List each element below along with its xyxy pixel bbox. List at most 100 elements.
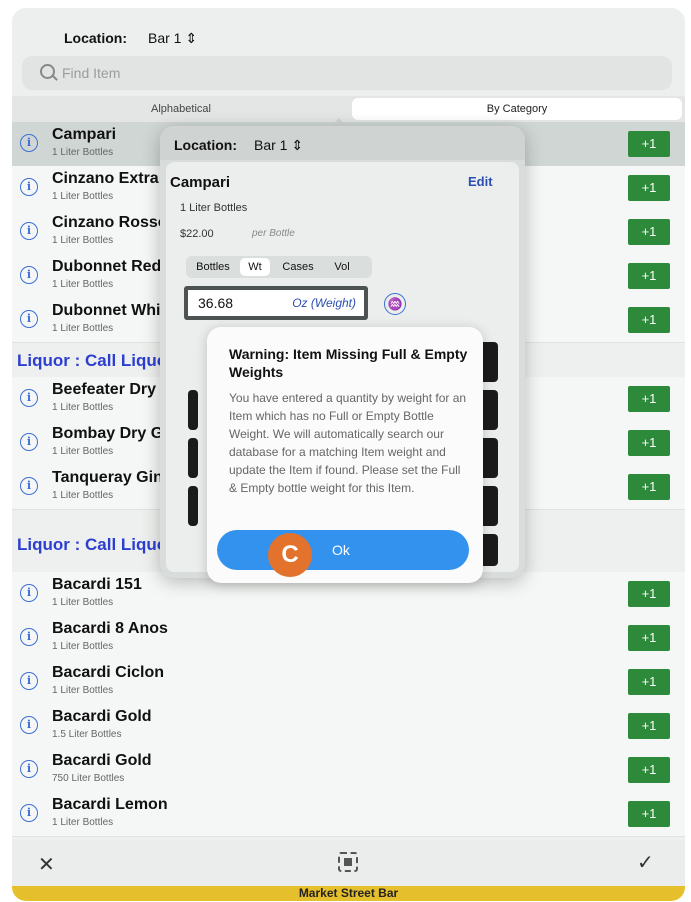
item-size: 1 Liter Bottles bbox=[52, 402, 114, 413]
item-size: 1 Liter Bottles bbox=[52, 446, 114, 457]
plus-one-button[interactable]: +1 bbox=[628, 757, 670, 783]
plus-one-button[interactable]: +1 bbox=[628, 669, 670, 695]
callout-badge: C bbox=[268, 533, 312, 577]
popover-location-label: Location: bbox=[174, 137, 237, 153]
keypad-key[interactable] bbox=[188, 390, 198, 430]
quantity-unit: Oz (Weight) bbox=[292, 296, 356, 310]
list-item[interactable]: i Bacardi Gold 750 Liter Bottles +1 bbox=[12, 748, 685, 793]
item-name: Cinzano Rosso bbox=[52, 214, 168, 231]
plus-one-button[interactable]: +1 bbox=[628, 625, 670, 651]
popover-header: Location: Bar 1 ⇕ bbox=[160, 126, 525, 160]
section-title: Liquor : Call Liquo bbox=[17, 535, 168, 554]
item-name: Tanqueray Gin bbox=[52, 469, 163, 486]
audio-wave-icon[interactable]: ♒ bbox=[384, 293, 406, 315]
info-icon[interactable]: i bbox=[20, 389, 38, 407]
info-icon[interactable]: i bbox=[20, 134, 38, 152]
item-size: 1 Liter Bottles bbox=[52, 323, 114, 334]
keypad-key[interactable] bbox=[188, 438, 198, 478]
top-bar: Location: Bar 1 ⇕ Find Item bbox=[12, 8, 685, 98]
list-item[interactable]: i Bacardi Ciclon 1 Liter Bottles +1 bbox=[12, 660, 685, 705]
quantity-value: 36.68 bbox=[198, 295, 234, 311]
updown-chevron-icon: ⇕ bbox=[185, 30, 198, 46]
plus-one-button[interactable]: +1 bbox=[628, 219, 670, 245]
plus-one-button[interactable]: +1 bbox=[628, 175, 670, 201]
alert-message: You have entered a quantity by weight fo… bbox=[229, 391, 467, 495]
location-label: Location: bbox=[64, 30, 127, 46]
list-item[interactable]: i Bacardi 8 Anos 1 Liter Bottles +1 bbox=[12, 616, 685, 661]
info-icon[interactable]: i bbox=[20, 628, 38, 646]
info-icon[interactable]: i bbox=[20, 716, 38, 734]
tab-cases[interactable]: Cases bbox=[276, 256, 320, 278]
item-size: 1 Liter Bottles bbox=[52, 191, 114, 202]
close-icon[interactable]: ✕ bbox=[38, 852, 55, 877]
tab-volume[interactable]: Vol bbox=[326, 256, 358, 278]
info-icon[interactable]: i bbox=[20, 222, 38, 240]
item-name: Bacardi 8 Anos bbox=[52, 620, 168, 637]
bottom-toolbar: ✕ ✓ bbox=[12, 840, 685, 886]
scan-icon[interactable] bbox=[338, 852, 358, 872]
info-icon[interactable]: i bbox=[20, 804, 38, 822]
item-size: 1 Liter Bottles bbox=[52, 235, 114, 246]
item-name: Bacardi Lemon bbox=[52, 796, 168, 813]
checkmark-icon[interactable]: ✓ bbox=[637, 850, 654, 875]
item-size: 1 Liter Bottles bbox=[52, 147, 114, 158]
plus-one-button[interactable]: +1 bbox=[628, 801, 670, 827]
plus-one-button[interactable]: +1 bbox=[628, 474, 670, 500]
info-icon[interactable]: i bbox=[20, 433, 38, 451]
plus-one-button[interactable]: +1 bbox=[628, 581, 670, 607]
section-title: Liquor : Call Liquo bbox=[17, 351, 168, 370]
item-size: 1 Liter Bottles bbox=[52, 597, 114, 608]
info-icon[interactable]: i bbox=[20, 266, 38, 284]
sort-segmented-control: Alphabetical By Category bbox=[12, 96, 685, 122]
quantity-input-box[interactable]: 36.68 Oz (Weight) bbox=[188, 290, 364, 316]
venue-footer: Market Street Bar bbox=[12, 886, 685, 901]
item-size: 1 Liter Bottles bbox=[52, 685, 114, 696]
item-name: Dubonnet Red bbox=[52, 258, 162, 275]
item-size: 750 Liter Bottles bbox=[52, 773, 125, 784]
item-name: Bombay Dry Gi bbox=[52, 425, 168, 442]
info-icon[interactable]: i bbox=[20, 310, 38, 328]
info-icon[interactable]: i bbox=[20, 584, 38, 602]
plus-one-button[interactable]: +1 bbox=[628, 307, 670, 333]
tab-alphabetical[interactable]: Alphabetical bbox=[12, 96, 350, 122]
location-selector[interactable]: Bar 1 ⇕ bbox=[148, 30, 197, 47]
tab-bottles[interactable]: Bottles bbox=[190, 256, 236, 278]
item-name: Bacardi Ciclon bbox=[52, 664, 165, 681]
info-icon[interactable]: i bbox=[20, 760, 38, 778]
item-name: Bacardi Gold bbox=[52, 708, 152, 725]
price-unit: per Bottle bbox=[252, 228, 295, 239]
popover-item-price: $22.00 bbox=[180, 228, 214, 240]
item-name: Cinzano Extra D bbox=[52, 170, 175, 187]
alert-title: Warning: Item Missing Full & Empty Weigh… bbox=[229, 346, 468, 380]
item-name: Dubonnet Whit bbox=[52, 302, 166, 319]
plus-one-button[interactable]: +1 bbox=[628, 131, 670, 157]
plus-one-button[interactable]: +1 bbox=[628, 713, 670, 739]
popover-item-name: Campari bbox=[170, 174, 231, 191]
plus-one-button[interactable]: +1 bbox=[628, 430, 670, 456]
item-name: Bacardi 151 bbox=[52, 576, 142, 593]
search-input[interactable]: Find Item bbox=[22, 56, 672, 90]
info-icon[interactable]: i bbox=[20, 178, 38, 196]
item-name: Beefeater Dry C bbox=[52, 381, 173, 398]
list-item[interactable]: i Bacardi Gold 1.5 Liter Bottles +1 bbox=[12, 704, 685, 749]
item-size: 1 Liter Bottles bbox=[52, 641, 114, 652]
quantity-field[interactable]: 36.68 Oz (Weight) bbox=[184, 286, 368, 320]
tab-by-category[interactable]: By Category bbox=[352, 98, 682, 120]
updown-chevron-icon: ⇕ bbox=[291, 137, 304, 153]
plus-one-button[interactable]: +1 bbox=[628, 263, 670, 289]
item-size: 1.5 Liter Bottles bbox=[52, 729, 122, 740]
tab-weight[interactable]: Wt bbox=[240, 258, 270, 276]
ok-button[interactable]: Ok bbox=[217, 530, 469, 570]
item-size: 1 Liter Bottles bbox=[52, 490, 114, 501]
popover-location-selector[interactable]: Bar 1 ⇕ bbox=[254, 137, 303, 154]
search-icon bbox=[40, 64, 55, 79]
count-mode-control: Bottles Wt Cases Vol bbox=[186, 256, 372, 278]
warning-alert-dialog: Warning: Item Missing Full & Empty Weigh… bbox=[207, 327, 483, 583]
item-name: Campari bbox=[52, 126, 117, 143]
edit-button[interactable]: Edit bbox=[468, 174, 493, 189]
info-icon[interactable]: i bbox=[20, 672, 38, 690]
keypad-key[interactable] bbox=[188, 486, 198, 526]
info-icon[interactable]: i bbox=[20, 477, 38, 495]
list-item[interactable]: i Bacardi Lemon 1 Liter Bottles +1 bbox=[12, 792, 685, 837]
plus-one-button[interactable]: +1 bbox=[628, 386, 670, 412]
